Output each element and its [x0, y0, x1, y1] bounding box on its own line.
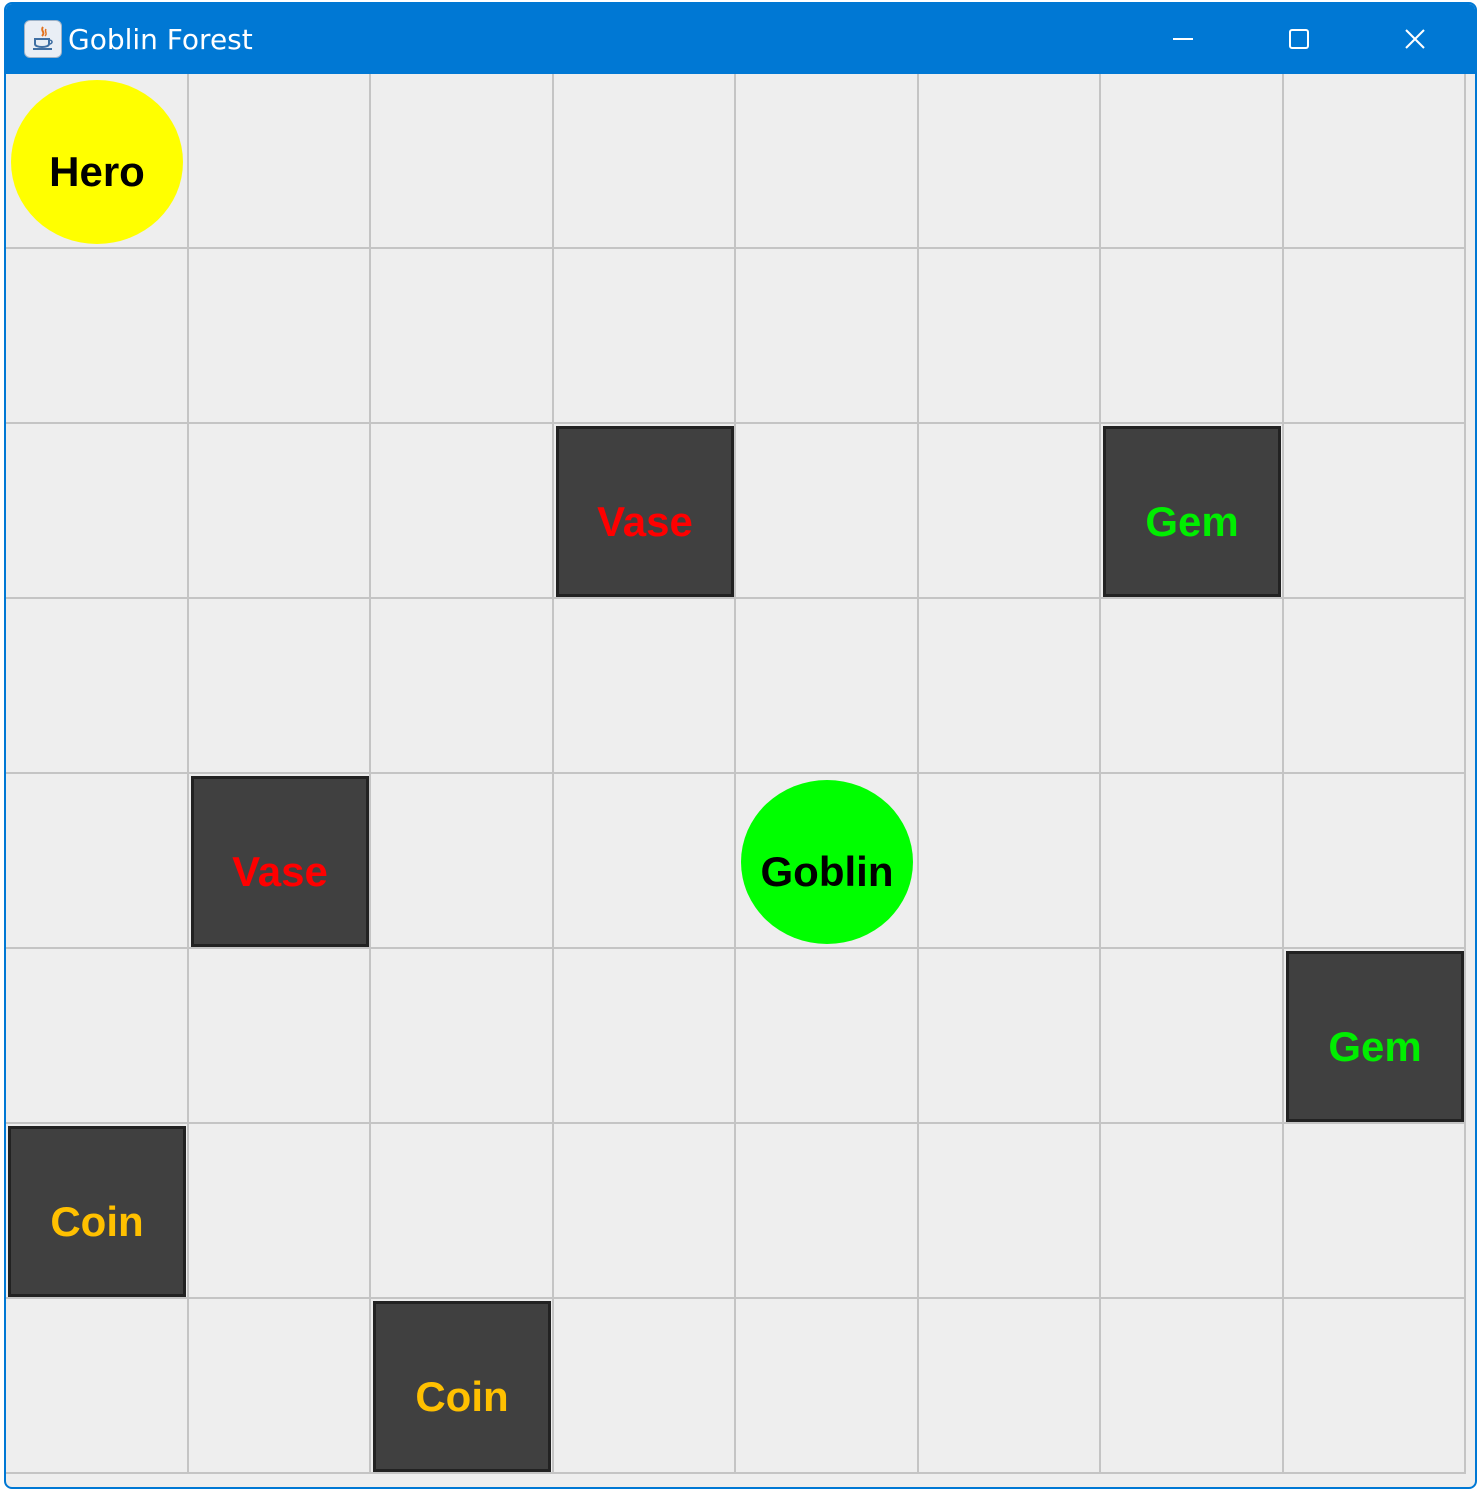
grid-cell[interactable]	[1101, 599, 1284, 774]
title-bar[interactable]: Goblin Forest	[6, 4, 1475, 74]
grid-cell[interactable]	[371, 774, 554, 949]
grid-cell[interactable]	[189, 949, 371, 1124]
character-label: Goblin	[760, 848, 894, 895]
grid-cell[interactable]	[6, 1299, 189, 1474]
grid-cell[interactable]	[919, 1124, 1101, 1299]
game-window: Goblin Forest Vase Gem Vase Gem Coin Coin Hero…	[4, 2, 1477, 1489]
java-coffee-cup-icon[interactable]	[24, 20, 62, 58]
grid-cell[interactable]	[189, 74, 371, 249]
grid-cell[interactable]	[919, 1299, 1101, 1474]
item-gem[interactable]: Gem	[1103, 426, 1281, 597]
item-coin[interactable]: Coin	[8, 1126, 186, 1297]
grid-cell[interactable]	[1284, 1299, 1466, 1474]
grid-cell[interactable]	[1101, 249, 1284, 424]
grid-cell[interactable]	[736, 949, 919, 1124]
grid-cell[interactable]	[1101, 949, 1284, 1124]
grid-cell[interactable]	[736, 1124, 919, 1299]
grid-cell[interactable]	[919, 949, 1101, 1124]
grid-cell[interactable]	[554, 1124, 736, 1299]
item-coin[interactable]: Coin	[373, 1301, 551, 1472]
grid-cell[interactable]	[189, 1124, 371, 1299]
grid-cell[interactable]	[6, 249, 189, 424]
grid-cell[interactable]	[371, 74, 554, 249]
close-icon	[1405, 29, 1425, 49]
close-button[interactable]	[1360, 4, 1470, 74]
grid-cell[interactable]	[736, 599, 919, 774]
grid-cell[interactable]	[189, 249, 371, 424]
grid-cell[interactable]	[1101, 74, 1284, 249]
grid-cell[interactable]	[189, 1299, 371, 1474]
item-vase[interactable]: Vase	[191, 776, 369, 947]
grid-cell[interactable]	[1284, 774, 1466, 949]
grid-cell[interactable]	[1284, 424, 1466, 599]
minimize-button[interactable]	[1128, 4, 1238, 74]
grid-cell[interactable]	[6, 949, 189, 1124]
character-hero[interactable]: Hero	[11, 80, 183, 244]
grid-cell[interactable]	[371, 424, 554, 599]
grid-cell[interactable]	[6, 774, 189, 949]
item-gem[interactable]: Gem	[1286, 951, 1464, 1122]
grid-cell[interactable]	[736, 424, 919, 599]
item-label: Coin	[50, 1197, 144, 1245]
grid-cell[interactable]	[371, 1124, 554, 1299]
grid-cell[interactable]	[1101, 1124, 1284, 1299]
grid-cell[interactable]	[1284, 249, 1466, 424]
grid-cell[interactable]	[554, 249, 736, 424]
item-label: Vase	[232, 847, 328, 895]
item-label: Gem	[1145, 497, 1239, 545]
grid-cell[interactable]	[554, 1299, 736, 1474]
item-label: Gem	[1328, 1022, 1422, 1070]
grid-cell[interactable]	[736, 249, 919, 424]
grid-cell[interactable]	[189, 599, 371, 774]
game-board[interactable]: Vase Gem Vase Gem Coin Coin Hero Goblin	[6, 74, 1468, 1476]
grid-cell[interactable]	[736, 1299, 919, 1474]
grid-cell[interactable]	[919, 74, 1101, 249]
grid-cell[interactable]	[371, 949, 554, 1124]
grid-cell[interactable]	[554, 599, 736, 774]
grid-cell[interactable]	[6, 424, 189, 599]
character-label: Hero	[49, 148, 145, 195]
grid-cell[interactable]	[371, 599, 554, 774]
grid-cell[interactable]	[919, 774, 1101, 949]
grid-cell[interactable]	[736, 74, 919, 249]
grid-cell[interactable]	[554, 74, 736, 249]
grid-cell[interactable]	[919, 424, 1101, 599]
item-vase[interactable]: Vase	[556, 426, 734, 597]
grid-cell[interactable]	[6, 599, 189, 774]
grid-cell[interactable]	[554, 949, 736, 1124]
maximize-icon	[1289, 29, 1309, 49]
minimize-icon	[1173, 38, 1193, 40]
grid-cell[interactable]	[554, 774, 736, 949]
grid-cell[interactable]	[1284, 1124, 1466, 1299]
grid-cell[interactable]	[189, 424, 371, 599]
item-label: Coin	[415, 1372, 509, 1420]
grid-cell[interactable]	[1284, 599, 1466, 774]
grid-cell[interactable]	[1101, 1299, 1284, 1474]
grid-cell[interactable]	[919, 249, 1101, 424]
grid-cell[interactable]	[1284, 74, 1466, 249]
character-goblin[interactable]: Goblin	[741, 780, 913, 944]
grid-cell[interactable]	[371, 249, 554, 424]
grid-cell[interactable]	[1101, 774, 1284, 949]
window-title: Goblin Forest	[68, 23, 253, 56]
grid-cell[interactable]	[919, 599, 1101, 774]
item-label: Vase	[597, 497, 693, 545]
maximize-button[interactable]	[1244, 4, 1354, 74]
